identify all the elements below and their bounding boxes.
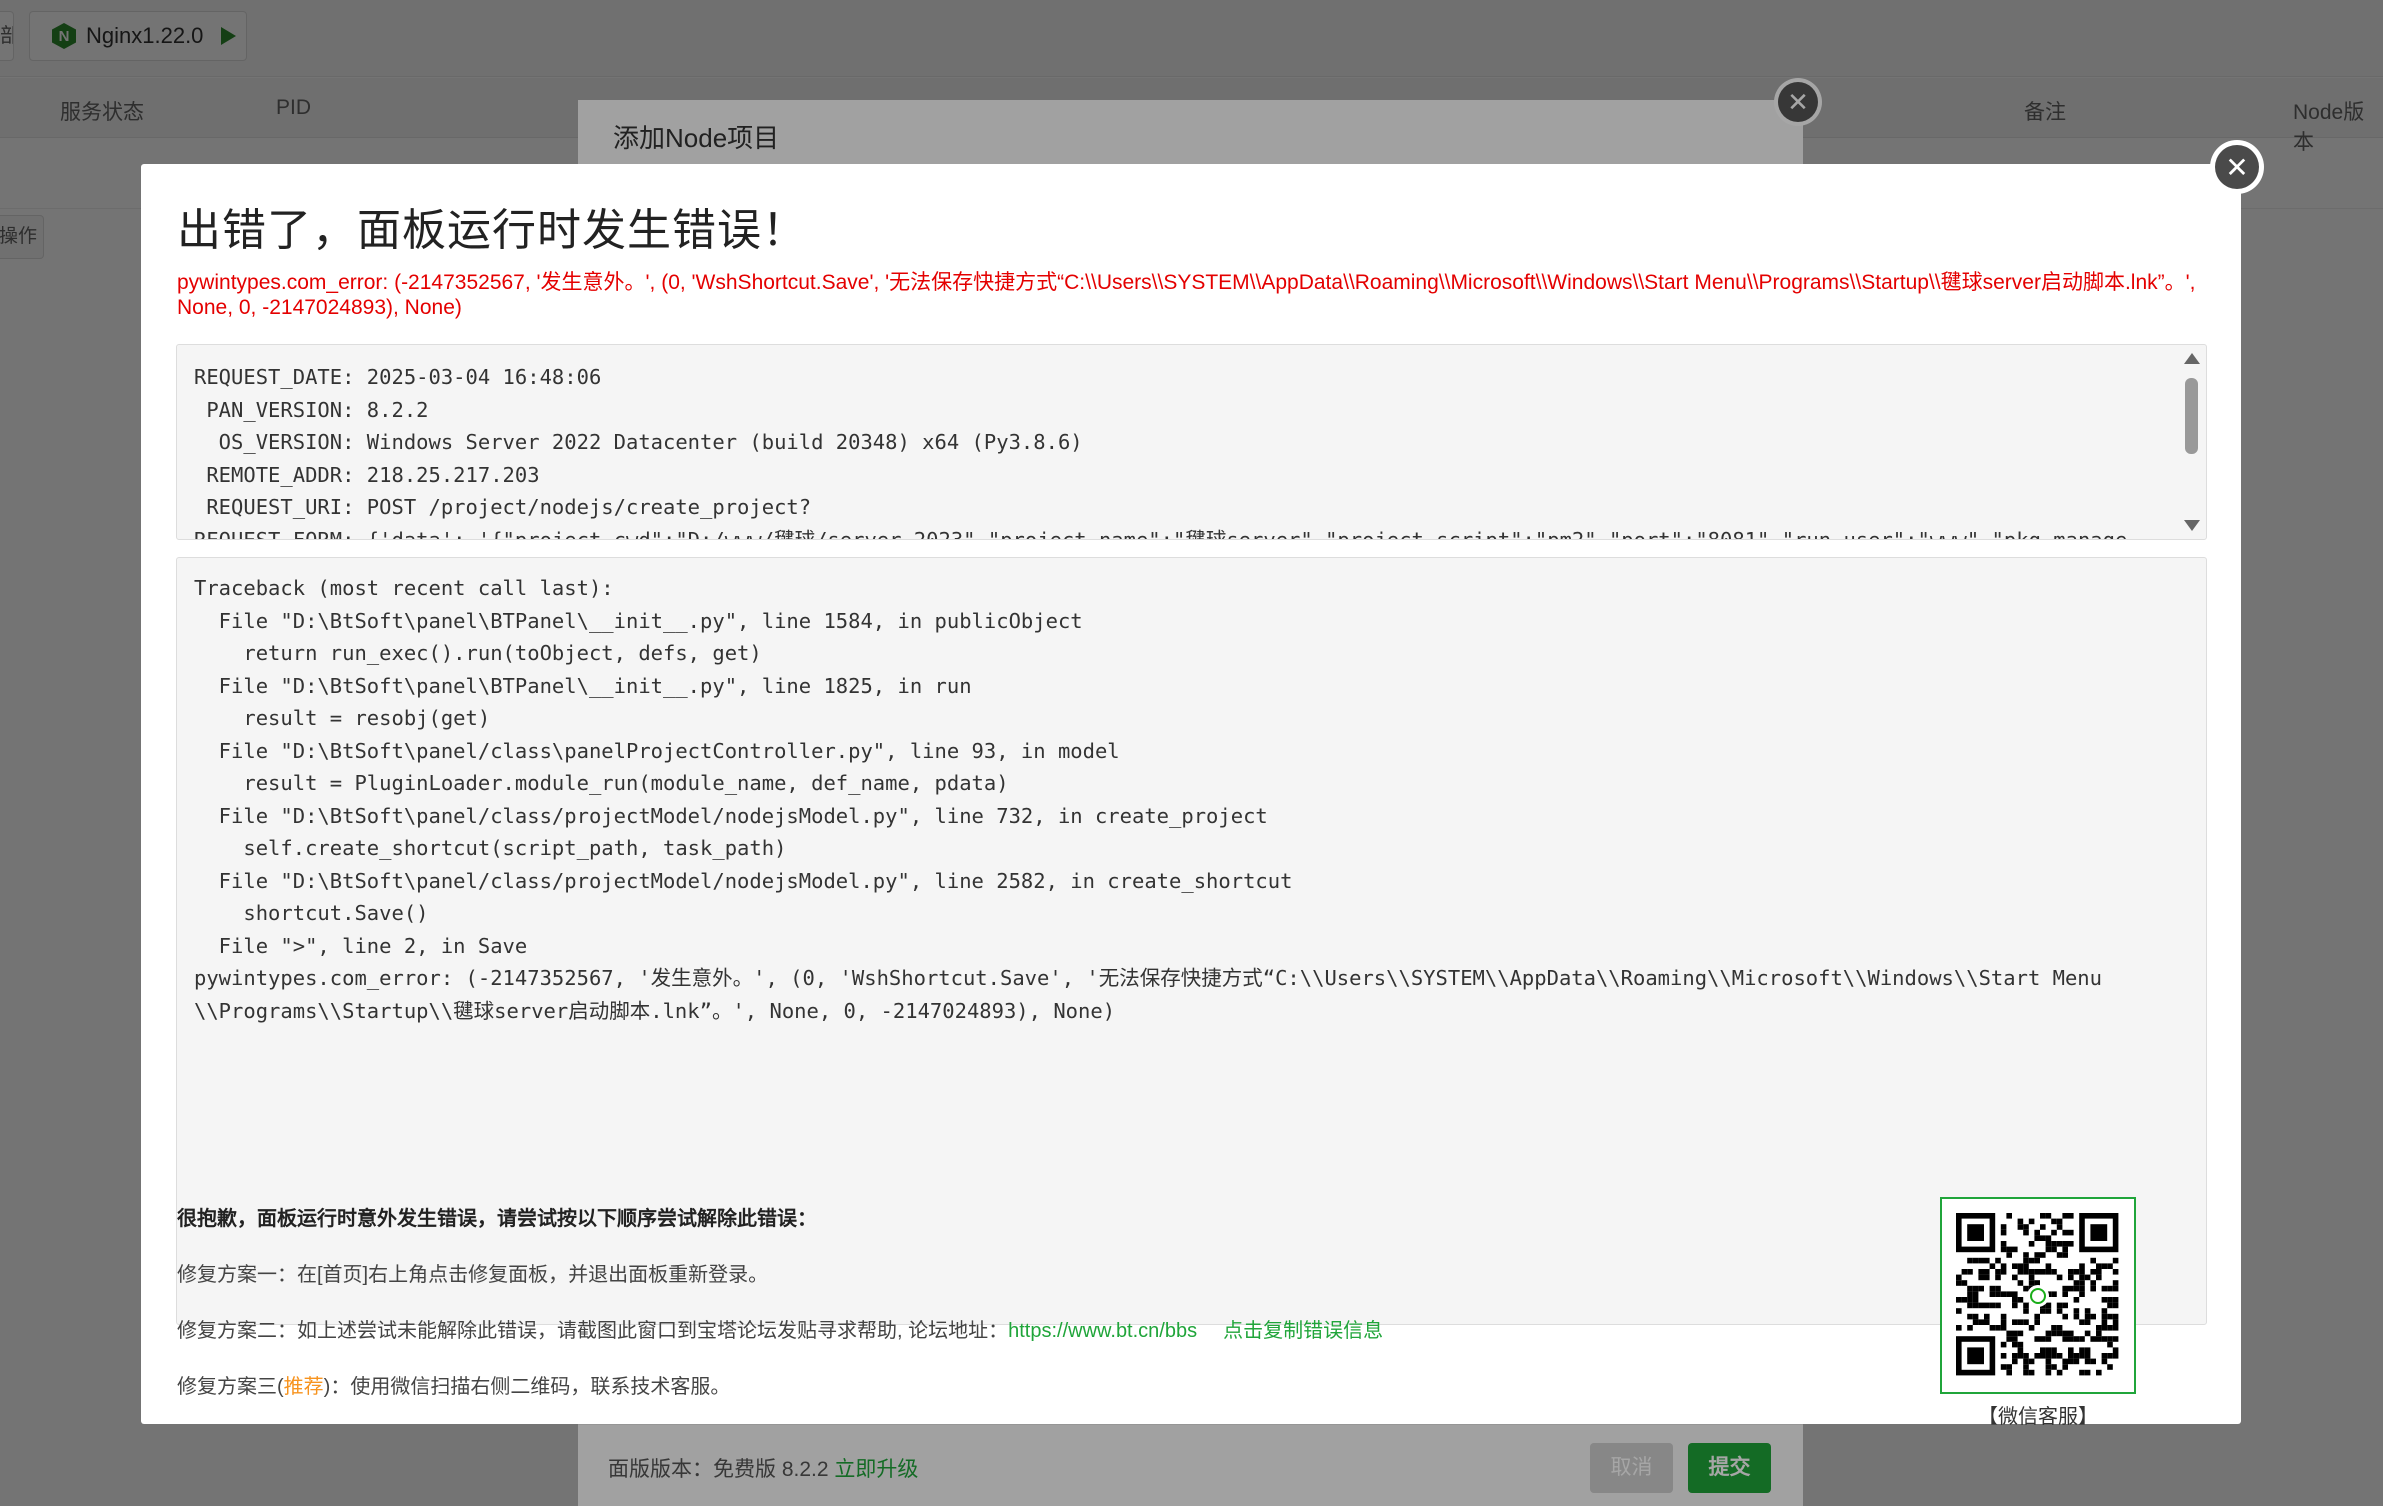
fix-option-1: 修复方案一：在[首页]右上角点击修复面板，并退出面板重新登录。 (177, 1264, 769, 1286)
wechat-support-label: 【微信客服】 (1978, 1406, 2098, 1428)
request-info-box[interactable]: REQUEST_DATE: 2025-03-04 16:48:06 PAN_VE… (176, 344, 2207, 540)
error-modal-close-button[interactable]: ✕ (2210, 140, 2264, 194)
scrollbar-thumb[interactable] (2185, 378, 2198, 454)
fix-option-2: 修复方案二：如上述尝试未能解除此错误，请截图此窗口到宝塔论坛发贴寻求帮助, 论坛… (177, 1314, 1383, 1343)
help-heading: 很抱歉，面板运行时意外发生错误，请尝试按以下顺序尝试解除此错误： (177, 1208, 817, 1230)
forum-link[interactable]: https://www.bt.cn/bbs (1008, 1320, 1197, 1342)
scroll-down-arrow-icon[interactable] (2184, 520, 2200, 531)
error-modal: 出错了，面板运行时发生错误！ pywintypes.com_error: (-2… (141, 164, 2241, 1428)
fix-option-3-suffix: )：使用微信扫描右侧二维码，联系技术客服。 (323, 1376, 731, 1398)
copy-error-info-link[interactable]: 点击复制错误信息 (1223, 1320, 1383, 1342)
scroll-up-arrow-icon[interactable] (2184, 353, 2200, 364)
qr-code-icon (1956, 1213, 2119, 1376)
error-message: pywintypes.com_error: (-2147352567, '发生意… (177, 271, 2196, 319)
recommend-tag: 推荐 (283, 1376, 324, 1398)
fix-option-3-prefix: 修复方案三( (177, 1376, 284, 1398)
wechat-qr-code (1940, 1197, 2136, 1394)
error-title: 出错了，面板运行时发生错误！ (177, 206, 807, 255)
close-icon: ✕ (2215, 145, 2259, 189)
fix-option-2-text: 修复方案二：如上述尝试未能解除此错误，请截图此窗口到宝塔论坛发贴寻求帮助, 论坛… (177, 1320, 1009, 1342)
traceback-text: Traceback (most recent call last): File … (194, 576, 2102, 1023)
fix-option-3: 修复方案三(推荐)：使用微信扫描右侧二维码，联系技术客服。 (177, 1370, 730, 1399)
request-info-text: REQUEST_DATE: 2025-03-04 16:48:06 PAN_VE… (194, 365, 2128, 540)
